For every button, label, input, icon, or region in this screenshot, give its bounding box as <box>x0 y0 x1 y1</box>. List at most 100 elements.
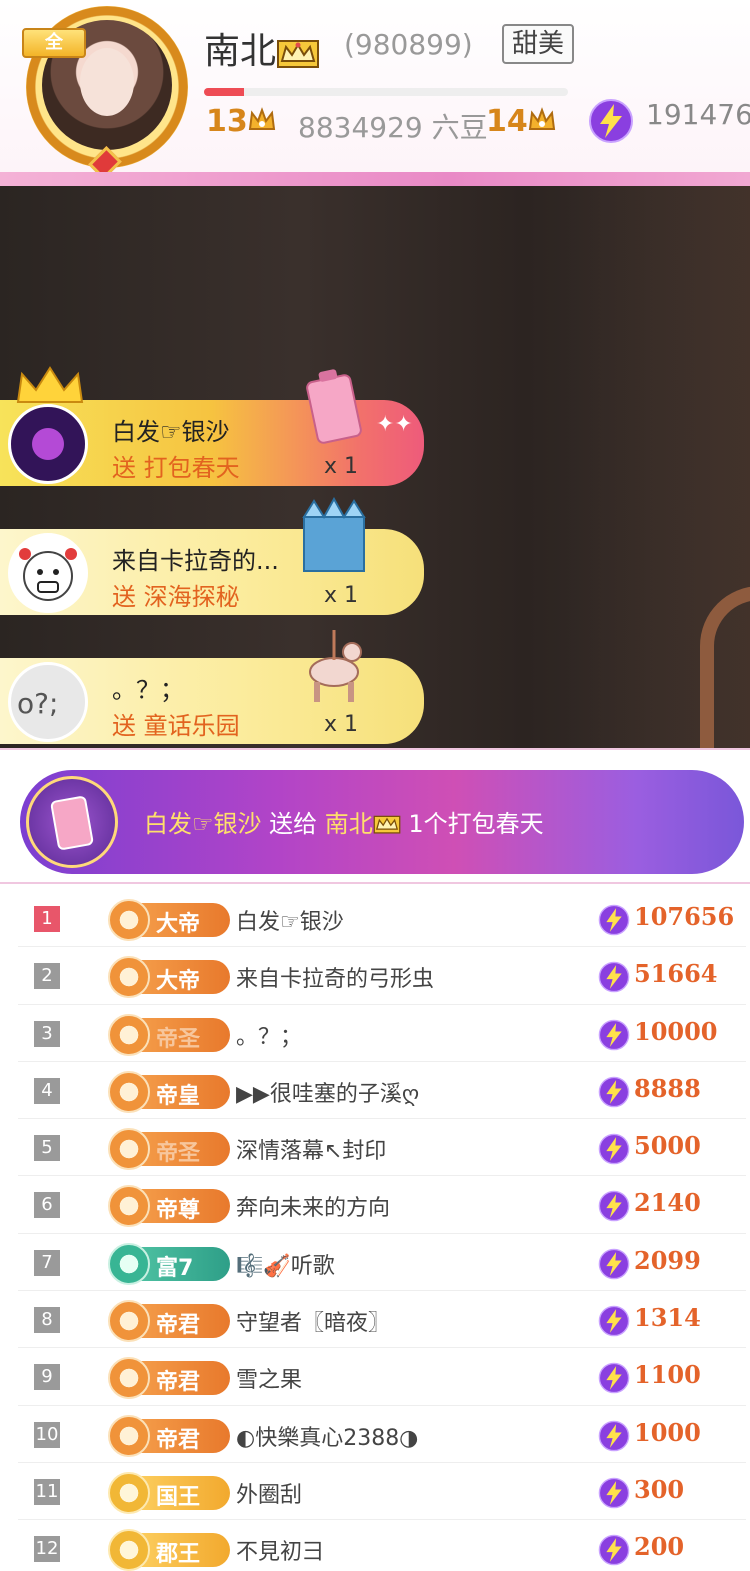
rank-number: 8 <box>34 1307 60 1334</box>
ranking-row[interactable]: 3 帝圣 。？； 10000 <box>18 1005 746 1062</box>
level-badge-label: 帝圣 <box>156 1141 201 1167</box>
ranking-user-name[interactable]: 深情落幕↖封印 <box>236 1133 386 1165</box>
ranking-row[interactable]: 1 大帝 白发☞银沙 107656 <box>18 890 746 948</box>
level-badge-label: 大帝 <box>156 969 201 995</box>
rank-number: 6 <box>34 1192 60 1219</box>
ranking-user-name[interactable]: 来自卡拉奇的弓形虫 <box>236 961 434 993</box>
contribution-ranking-list: 1 大帝 白发☞银沙 107656 2 大帝 来自卡拉奇的弓形虫 51664 3 帝圣。？； 100… <box>18 890 746 1571</box>
level-badge-icon <box>108 899 150 941</box>
banner-gift-text: 1个打包春天 <box>400 810 544 838</box>
ranking-score: 1000 <box>634 1417 701 1447</box>
host-tag[interactable]: 甜美 <box>502 24 575 64</box>
ranking-user-name[interactable]: 🎼🎻听歌 <box>236 1248 335 1280</box>
ranking-row[interactable]: 10 帝君 ◐快樂真心2388◑ 1000 <box>18 1406 746 1463</box>
avatar-face <box>80 48 134 116</box>
level-progress-bar <box>204 88 568 96</box>
ranking-user-name[interactable]: ◐快樂真心2388◑ <box>236 1420 418 1452</box>
ranking-row[interactable]: 8 帝君 守望者〖暗夜〗 1314 <box>18 1291 746 1349</box>
ranking-user-name[interactable]: 雪之果 <box>236 1362 302 1394</box>
level-badge-icon <box>108 1357 150 1400</box>
sender-avatar[interactable] <box>8 404 88 484</box>
gift-icon <box>306 369 362 444</box>
crown-icon <box>277 40 320 68</box>
level-badge-label: 帝皇 <box>156 1083 201 1109</box>
ranking-user-name[interactable]: 不見初彐 <box>236 1534 324 1566</box>
level-badge-icon <box>108 1529 150 1571</box>
level-badge-label: 郡王 <box>156 1542 201 1568</box>
level-badge-icon <box>108 1414 150 1457</box>
live-video[interactable]: 白发☞银沙 送 打包春天 x 1 ✦✦ 来自卡拉奇的... 送 深海探秘 x 1 <box>0 186 750 748</box>
gift-banner-area: 白发☞银沙 送给 南北 1个打包春天 <box>0 748 750 884</box>
ranking-row[interactable]: 6 帝尊 奔向未来的方向 2140 <box>18 1176 746 1234</box>
lightning-icon <box>598 1420 630 1451</box>
banner-verb: 送给 <box>261 810 325 838</box>
header-divider <box>0 172 750 186</box>
ranking-row[interactable]: 9 帝君 雪之果 1100 <box>18 1348 746 1406</box>
rank-number: 11 <box>34 1478 60 1505</box>
ranking-user-name[interactable]: 奔向未来的方向 <box>236 1190 390 1222</box>
sender-avatar[interactable]: o?; <box>8 662 88 742</box>
gift-icon <box>309 630 362 702</box>
lightning-icon <box>598 1076 630 1108</box>
level-current-value: 13 <box>206 104 248 139</box>
level-progress-fill <box>204 88 245 96</box>
level-badge-label: 国王 <box>156 1484 201 1510</box>
rank-number: 2 <box>34 963 60 990</box>
level-badge-label: 帝尊 <box>156 1198 201 1224</box>
ranking-row[interactable]: 7 富7 🎼🎻听歌 2099 <box>18 1234 746 1292</box>
lightning-icon <box>598 904 630 936</box>
rank-number: 1 <box>34 906 60 932</box>
level-next: 14 <box>486 104 556 139</box>
ranking-score: 300 <box>634 1474 685 1504</box>
level-badge-icon <box>108 1300 150 1343</box>
ranking-user-name[interactable]: 白发☞银沙 <box>236 904 344 936</box>
ranking-row[interactable]: 2 大帝 来自卡拉奇的弓形虫 51664 <box>18 947 746 1005</box>
gift-count: x 1 <box>324 454 359 479</box>
ranking-user-name[interactable]: 。？； <box>236 1019 302 1051</box>
gift-broadcast-banner[interactable]: 白发☞银沙 送给 南北 1个打包春天 <box>20 770 744 874</box>
ranking-user-name[interactable]: ▶▶很哇塞的子溪ღ <box>236 1076 419 1108</box>
level-badge-icon <box>108 1013 150 1056</box>
ranking-user-name[interactable]: 外圈刮 <box>236 1477 302 1509</box>
level-current: 13 <box>206 104 276 139</box>
lightning-count: 191476 <box>646 98 750 131</box>
host-name: 南北 <box>204 22 320 74</box>
level-badge: 帝皇 <box>108 1070 230 1113</box>
level-badge: 郡王 <box>108 1529 230 1571</box>
ranking-score: 2099 <box>634 1245 701 1275</box>
cartoon-face-icon <box>19 548 77 601</box>
ranking-score: 200 <box>634 1532 685 1562</box>
lightning-icon <box>598 1363 630 1394</box>
banner-gift-icon <box>26 776 118 868</box>
ranking-row[interactable]: 12 郡王 不見初彐 200 <box>18 1520 746 1571</box>
sender-avatar[interactable] <box>8 533 88 613</box>
gift-icon <box>302 497 366 572</box>
rank-number: 5 <box>34 1135 60 1162</box>
ranking-score: 1100 <box>634 1360 701 1390</box>
ranking-row[interactable]: 11 国王 外圈刮 300 <box>18 1463 746 1521</box>
ranking-user-name[interactable]: 守望者〖暗夜〗 <box>236 1305 390 1337</box>
level-badge: 国王 <box>108 1471 230 1514</box>
lightning-icon <box>598 1477 630 1509</box>
level-badge-label: 帝圣 <box>156 1026 201 1052</box>
ranking-score: 51664 <box>634 959 718 989</box>
level-badge: 大帝 <box>108 899 230 941</box>
banner-sender: 白发☞银沙 <box>144 810 262 838</box>
gift-action: 送 深海探秘 <box>112 583 240 611</box>
sparkle-icon: ✦✦ <box>376 412 413 437</box>
rank-number: 10 <box>34 1421 60 1448</box>
ranking-row[interactable]: 4 帝皇 ▶▶很哇塞的子溪ღ 8888 <box>18 1062 746 1120</box>
gift-feed-item[interactable]: 来自卡拉奇的... 送 深海探秘 x 1 <box>0 497 424 615</box>
rank-number: 4 <box>34 1077 60 1104</box>
level-badge: 帝君 <box>108 1414 230 1457</box>
lightning-icon <box>598 1534 630 1566</box>
crown-icon <box>16 366 84 403</box>
level-crown-icon <box>248 107 275 130</box>
host-avatar-frame[interactable]: 全 <box>8 0 198 180</box>
level-badge: 大帝 <box>108 956 230 999</box>
level-badge-icon <box>108 1185 150 1228</box>
rank-number: 12 <box>34 1536 60 1563</box>
gift-feed-item[interactable]: 白发☞银沙 送 打包春天 x 1 ✦✦ <box>0 366 424 486</box>
ranking-row[interactable]: 5 帝圣 深情落幕↖封印 5000 <box>18 1119 746 1177</box>
gift-feed-item[interactable]: o?; 。？； 送 童话乐园 x 1 <box>0 630 424 744</box>
